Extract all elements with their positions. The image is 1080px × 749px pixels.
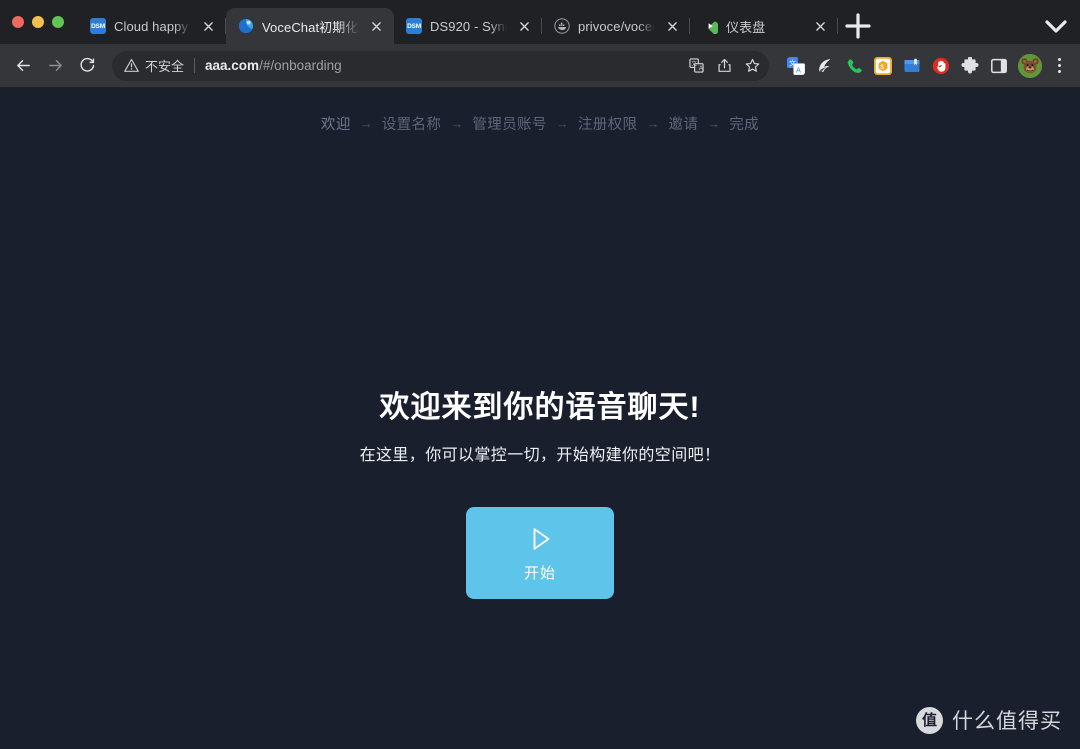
breadcrumb-step-invite[interactable]: 邀请 <box>668 113 698 134</box>
profile-avatar[interactable] <box>1018 53 1042 78</box>
breadcrumb-step-set-name[interactable]: 设置名称 <box>382 113 442 134</box>
watermark: 值 什么值得买 <box>916 705 1062 735</box>
breadcrumb-arrow-icon: → <box>646 116 660 131</box>
svg-text:A: A <box>796 65 801 74</box>
tab-close-icon[interactable] <box>199 17 217 35</box>
security-status-text: 不安全 <box>145 59 185 74</box>
window-close-button[interactable] <box>12 16 24 28</box>
omnibox-divider <box>194 58 196 73</box>
dsm-favicon: DSM <box>406 18 422 34</box>
browser-tab-vocechat[interactable]: VoceChat初期化 <box>226 8 394 44</box>
google-translate-icon[interactable]: 文A <box>783 53 809 79</box>
watermark-logo-icon: 值 <box>916 706 943 734</box>
forward-button[interactable] <box>40 51 70 81</box>
page-title: 欢迎来到你的语音聊天! <box>379 391 701 424</box>
browser-window: DSM Cloud happy VoceChat初期化 DSM DS920 - … <box>0 0 1080 749</box>
puzzle-piece-icon[interactable] <box>957 53 983 79</box>
breadcrumb-arrow-icon: → <box>707 116 721 131</box>
breadcrumb-arrow-icon: → <box>450 116 464 131</box>
side-panel-icon[interactable] <box>986 53 1012 79</box>
tab-title: VoceChat初期化 <box>262 19 359 35</box>
browser-toolbar: 不安全 aaa.com/#/onboarding A文 文A $ <box>0 44 1080 88</box>
breadcrumb-step-done[interactable]: 完成 <box>729 113 759 134</box>
red-stop-hand-icon[interactable] <box>928 53 954 79</box>
docker-favicon <box>554 18 570 34</box>
url-text: aaa.com/#/onboarding <box>205 58 342 73</box>
extensions-row: 文A $ <box>779 53 1012 79</box>
tab-close-icon[interactable] <box>515 17 533 35</box>
onboarding-page: 欢迎 → 设置名称 → 管理员账号 → 注册权限 → 邀请 → 完成 欢迎来到你… <box>0 88 1080 749</box>
share-icon[interactable] <box>711 53 737 79</box>
tab-close-icon[interactable] <box>367 17 385 35</box>
orange-honey-icon[interactable]: $ <box>870 53 896 79</box>
swoosh-icon[interactable] <box>812 53 838 79</box>
browser-tab-ds920[interactable]: DSM DS920 - Synology <box>394 8 542 44</box>
browser-tab-privoce-vocechat[interactable]: privoce/vocechat <box>542 8 690 44</box>
start-button-label: 开始 <box>523 564 556 582</box>
breadcrumb-step-register-permission[interactable]: 注册权限 <box>578 113 638 134</box>
new-tab-button[interactable] <box>844 12 872 40</box>
watermark-text: 什么值得买 <box>952 710 1062 733</box>
tab-title: Cloud happy <box>114 18 189 34</box>
url-host: aaa.com <box>205 58 260 73</box>
window-maximize-button[interactable] <box>52 16 64 28</box>
breadcrumb-arrow-icon: → <box>359 116 373 131</box>
window-traffic-lights <box>12 0 78 44</box>
vocechat-favicon <box>238 18 254 34</box>
dashboard-favicon <box>702 18 722 35</box>
url-path: /#/onboarding <box>259 58 342 73</box>
welcome-hero: 欢迎来到你的语音聊天! 在这里，你可以掌控一切，开始构建你的空间吧！ 开始 <box>0 388 1080 599</box>
browser-tab-cloud-happy[interactable]: DSM Cloud happy <box>78 8 226 44</box>
not-secure-warning-icon <box>124 58 139 73</box>
page-subtitle: 在这里，你可以掌控一切，开始构建你的空间吧！ <box>359 447 721 464</box>
back-button[interactable] <box>8 51 38 81</box>
translate-icon[interactable]: A文 <box>683 53 709 79</box>
play-triangle-icon <box>525 524 555 554</box>
tab-list: DSM Cloud happy VoceChat初期化 DSM DS920 - … <box>78 0 1080 44</box>
start-button[interactable]: 开始 <box>466 507 614 599</box>
svg-text:文: 文 <box>691 59 697 67</box>
blue-book-icon[interactable] <box>899 53 925 79</box>
svg-text:$: $ <box>880 63 884 70</box>
reload-button[interactable] <box>72 51 102 81</box>
omnibox-actions: A文 <box>677 53 765 79</box>
tab-close-icon[interactable] <box>663 17 681 35</box>
tab-title: 仪表盘 <box>726 19 766 35</box>
dsm-favicon: DSM <box>90 18 106 34</box>
tab-title: privoce/vocechat <box>578 18 655 34</box>
breadcrumb: 欢迎 → 设置名称 → 管理员账号 → 注册权限 → 邀请 → 完成 <box>321 113 759 134</box>
browser-tab-dashboard[interactable]: 仪表盘 <box>690 8 838 44</box>
breadcrumb-step-welcome[interactable]: 欢迎 <box>321 113 351 134</box>
tab-title: DS920 - Synology <box>430 18 507 34</box>
window-minimize-button[interactable] <box>32 16 44 28</box>
green-phone-icon[interactable] <box>841 53 867 79</box>
browser-menu-button[interactable] <box>1046 53 1072 79</box>
tab-strip: DSM Cloud happy VoceChat初期化 DSM DS920 - … <box>0 0 1080 44</box>
bookmark-star-icon[interactable] <box>739 53 765 79</box>
address-bar[interactable]: 不安全 aaa.com/#/onboarding A文 <box>112 50 769 81</box>
tab-search-chevron-down-icon[interactable] <box>1042 12 1070 40</box>
tab-close-icon[interactable] <box>811 17 829 35</box>
breadcrumb-step-admin-account[interactable]: 管理员账号 <box>472 113 547 134</box>
breadcrumb-arrow-icon: → <box>555 116 569 131</box>
